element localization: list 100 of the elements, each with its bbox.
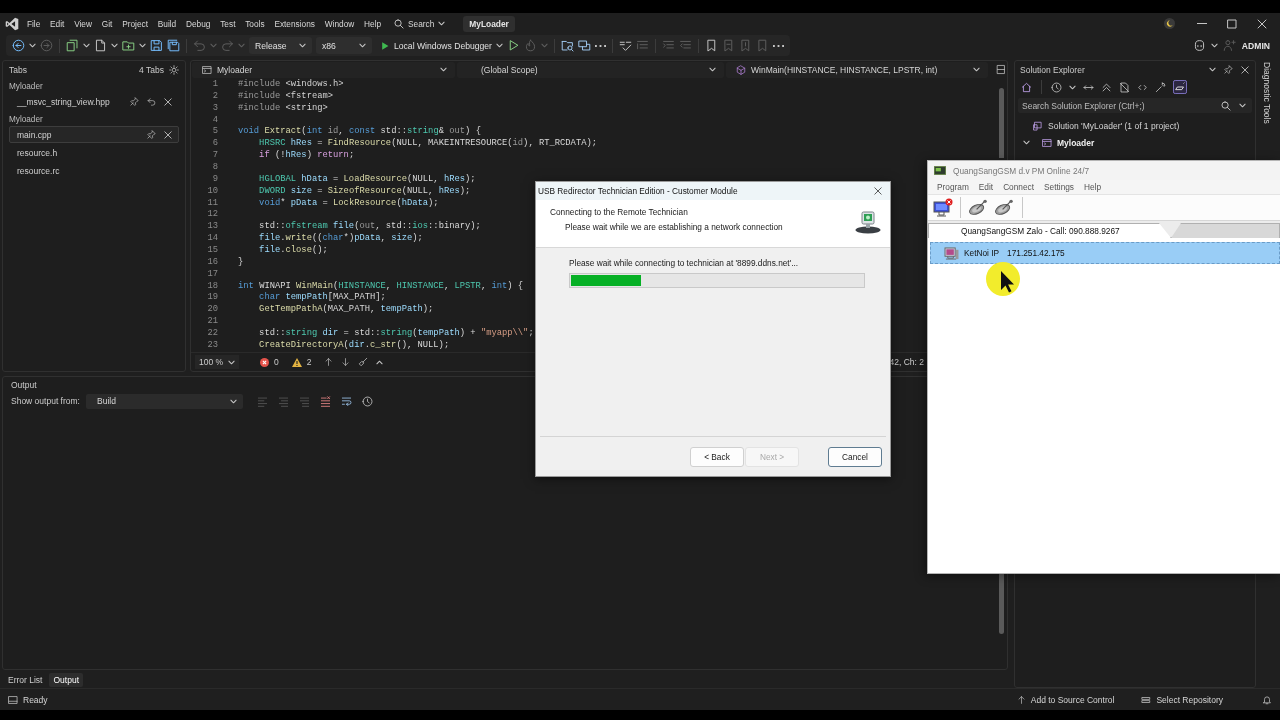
error-icon[interactable]	[260, 357, 269, 367]
menu-item[interactable]: Connect	[998, 182, 1040, 192]
caret-icon[interactable]	[111, 43, 118, 48]
revert-icon[interactable]	[147, 97, 156, 106]
menu-item[interactable]: Program	[932, 182, 974, 192]
moon-badge-icon[interactable]	[1164, 18, 1175, 29]
pin-icon[interactable]	[147, 130, 156, 139]
menu-item[interactable]: Project	[117, 16, 153, 31]
clock-icon[interactable]	[362, 395, 373, 407]
caret-icon	[359, 43, 366, 48]
satellite-dish-icon[interactable]	[994, 199, 1015, 216]
menu-item[interactable]: Window	[319, 16, 360, 31]
maximize-icon[interactable]	[1227, 18, 1237, 29]
collapse-icon[interactable]	[1101, 81, 1112, 93]
tree-item[interactable]: Myloader	[1057, 137, 1095, 148]
line-number: 19	[206, 292, 218, 305]
caret-icon[interactable]	[1209, 67, 1216, 72]
search-button[interactable]: Search	[394, 18, 446, 29]
menu-item[interactable]: Help	[1079, 182, 1107, 192]
connection-row[interactable]: KetNoi IP 171.251.42.175	[930, 242, 1280, 264]
word-wrap-icon[interactable]	[341, 395, 352, 407]
side-panel-tab[interactable]: Diagnostic Tools	[1262, 62, 1272, 124]
history-icon[interactable]	[1051, 81, 1062, 93]
panel-tab[interactable]: Output	[49, 673, 83, 687]
windows-icon[interactable]	[577, 39, 591, 52]
menu-item[interactable]: Tools	[240, 16, 270, 31]
warning-count[interactable]: 2	[306, 357, 312, 367]
menu-item[interactable]: Test	[215, 16, 241, 31]
menu-item[interactable]: Git	[96, 16, 118, 31]
menu-item[interactable]: Edit	[45, 16, 70, 31]
more-icon[interactable]	[594, 44, 606, 47]
menu-item[interactable]: Settings	[1039, 182, 1079, 192]
zoom-dropdown[interactable]: 100 %	[195, 355, 239, 369]
account-name[interactable]: ADMIN	[1241, 40, 1270, 51]
add-folder-icon[interactable]	[122, 39, 135, 52]
member-dropdown[interactable]: WinMain(HINSTANCE, HINSTANCE, LPSTR, int)	[726, 61, 988, 78]
project-dropdown[interactable]: Myloader	[192, 61, 455, 78]
open-file-tab[interactable]: __msvc_string_view.hpp	[9, 93, 179, 110]
spell-check-icon[interactable]	[618, 39, 632, 52]
home-icon[interactable]	[1021, 81, 1032, 93]
split-view-icon[interactable]	[996, 64, 1006, 75]
tree-item[interactable]: Solution 'MyLoader' (1 of 1 project)	[1048, 120, 1180, 131]
satellite-dish-icon[interactable]	[968, 199, 989, 216]
menu-item[interactable]: File	[22, 16, 46, 31]
warning-icon[interactable]	[291, 357, 302, 367]
open-file-tab[interactable]: main.cpp	[9, 126, 179, 143]
output-source-dropdown[interactable]: Build	[86, 393, 243, 409]
file-icon[interactable]	[94, 39, 107, 52]
wand-icon[interactable]	[1155, 81, 1166, 93]
close-icon[interactable]	[874, 187, 882, 195]
tab[interactable]: QuangSangGSM Zalo - Call: 090.888.9267	[928, 223, 1171, 238]
bell-icon[interactable]	[1262, 694, 1272, 705]
scroll-thumb[interactable]	[999, 574, 1004, 634]
up-arrow-icon[interactable]	[324, 357, 334, 367]
start-debugging-button[interactable]: Local Windows Debugger	[380, 40, 492, 51]
menu-item[interactable]: Build	[152, 16, 182, 31]
caret-icon[interactable]	[29, 43, 36, 48]
dialog-button[interactable]: < Back	[690, 446, 744, 467]
search-field[interactable]: Search Solution Explorer (Ctrl+;)	[1018, 98, 1252, 113]
menu-item[interactable]: View	[69, 16, 97, 31]
more-icon[interactable]	[772, 44, 784, 47]
menu-item[interactable]: Debug	[181, 16, 216, 31]
open-file-tab[interactable]: resource.h	[9, 144, 179, 161]
face-icon[interactable]	[1192, 39, 1206, 52]
settings-icon[interactable]	[169, 64, 179, 75]
brush-icon[interactable]	[358, 357, 369, 367]
caret-icon[interactable]	[1210, 43, 1218, 48]
panel-tab[interactable]: Error List	[4, 673, 47, 687]
caret-icon[interactable]	[1069, 84, 1076, 90]
repository-button[interactable]: Select Repository	[1156, 694, 1223, 705]
new-item-icon[interactable]	[66, 39, 79, 52]
down-arrow-icon[interactable]	[341, 357, 351, 367]
source-control-button[interactable]: Add to Source Control	[1030, 694, 1115, 705]
platform-dropdown[interactable]: x86	[316, 37, 372, 54]
caret-icon[interactable]	[83, 43, 90, 48]
open-file-tab[interactable]: resource.rc	[9, 162, 179, 179]
file-slash-icon[interactable]	[1119, 81, 1130, 93]
monitor-x-icon[interactable]	[933, 197, 953, 218]
menu-item[interactable]: Extensions	[269, 16, 320, 31]
caret-icon[interactable]	[495, 43, 503, 48]
scope-dropdown[interactable]: (Global Scope)	[457, 61, 724, 78]
scroll-thumb[interactable]	[999, 88, 1004, 158]
caret-icon[interactable]	[139, 43, 146, 48]
error-count[interactable]: 0	[274, 357, 279, 367]
clear-all-icon[interactable]	[320, 395, 331, 407]
menu-item[interactable]: Edit	[973, 182, 999, 192]
save-all-icon[interactable]	[167, 39, 180, 52]
chevron-down-icon[interactable]	[1023, 140, 1030, 145]
folder-search-icon[interactable]	[560, 39, 574, 52]
caret-up-icon[interactable]	[376, 359, 384, 365]
pen-icon[interactable]	[1173, 80, 1187, 94]
configuration-dropdown[interactable]: Release	[249, 37, 312, 54]
save-icon[interactable]	[150, 39, 163, 52]
line-number: 3	[211, 102, 218, 115]
back-icon[interactable]	[12, 39, 25, 52]
line-number: 14	[206, 233, 218, 246]
pin-icon[interactable]	[130, 97, 139, 106]
menu-item[interactable]: Help	[359, 16, 386, 31]
dialog-button[interactable]: Cancel	[828, 446, 882, 467]
pin-icon[interactable]	[1224, 65, 1233, 74]
